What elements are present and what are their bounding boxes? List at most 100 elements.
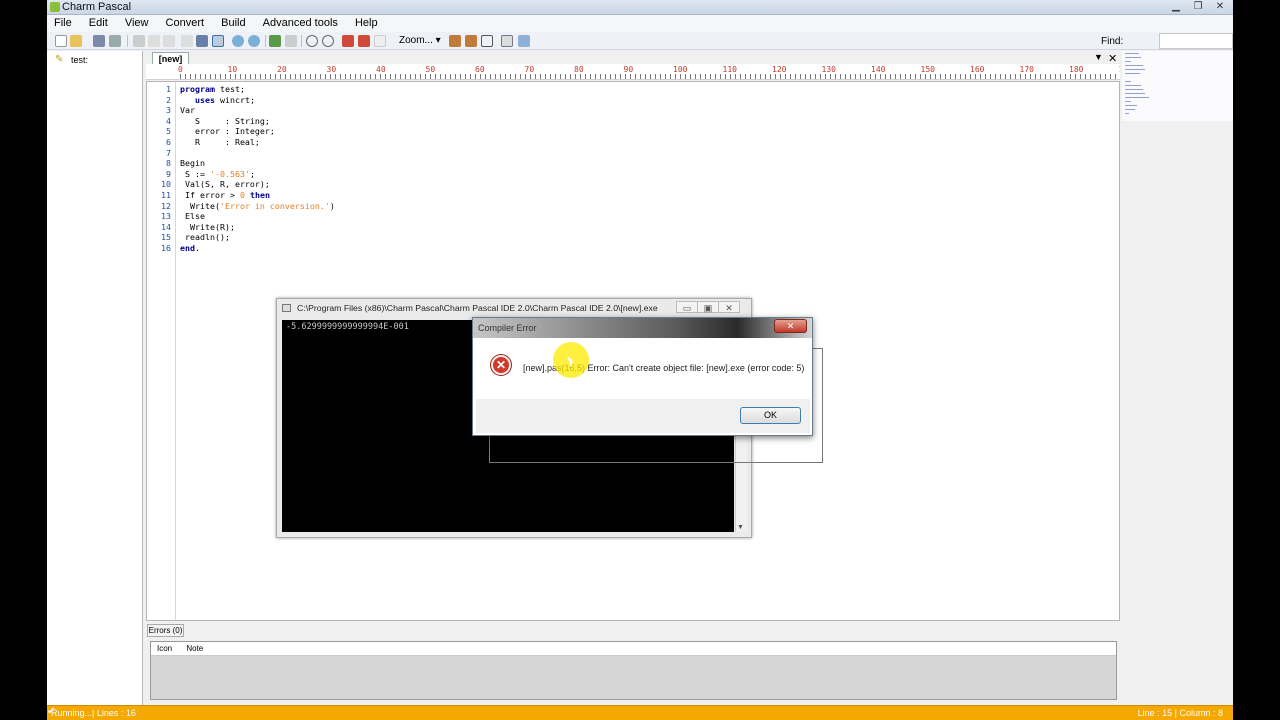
line-number: 9 <box>166 168 171 179</box>
code-token: 'Error in conversion.' <box>219 200 330 211</box>
ruler-number: 40 <box>376 65 386 74</box>
line-number: 4 <box>166 115 171 126</box>
find-label: Find: <box>1101 36 1124 47</box>
console-maximize-button[interactable]: ▣ <box>697 301 719 313</box>
minimap-line <box>1125 57 1141 58</box>
line-number: 5 <box>166 126 171 137</box>
ruler: 0 10 20 30 40 50 60 70 80 90 100 110 120 130 140 150 160… <box>146 64 1120 80</box>
dialog-close-button[interactable]: ✕ <box>774 319 807 333</box>
timer-icon[interactable] <box>322 35 334 47</box>
close-button[interactable]: ✕ <box>1209 0 1231 14</box>
tree-item-test[interactable]: test: <box>71 55 88 65</box>
console-title: C:\Program Files (x86)\Charm Pascal\Char… <box>297 303 658 313</box>
ruler-number: 120 <box>772 65 787 74</box>
code-text: Else <box>180 211 205 222</box>
code-text: If error > 0 then <box>180 190 270 201</box>
ruler-number: 180 <box>1069 65 1084 74</box>
column-icon[interactable]: Icon <box>157 644 172 653</box>
console-minimize-button[interactable]: ▭ <box>676 301 698 313</box>
select-icon[interactable] <box>212 35 224 47</box>
menu-help[interactable]: Help <box>348 15 385 31</box>
screen-edge <box>1233 0 1280 720</box>
code-text: Write(R); <box>180 222 235 233</box>
minimap-line <box>1125 93 1145 94</box>
tab-errors[interactable]: Errors (0) <box>147 624 184 637</box>
title-bar: Charm Pascal ▁ ❐ ✕ <box>47 0 1233 15</box>
minimap-line <box>1125 97 1149 98</box>
save-all-icon[interactable] <box>109 35 121 47</box>
ruler-number: 50 <box>425 65 436 74</box>
sort-desc-icon[interactable] <box>465 35 477 47</box>
menu-file[interactable]: File <box>47 15 79 31</box>
scroll-down-icon[interactable]: ▼ <box>737 524 744 531</box>
pilcrow-icon[interactable] <box>181 35 193 47</box>
ruler-number: 130 <box>821 65 836 74</box>
minimize-button[interactable]: ▁ <box>1165 0 1187 14</box>
menu-build[interactable]: Build <box>214 15 252 31</box>
code-token: Write( <box>180 200 220 211</box>
find-icon[interactable] <box>232 35 244 47</box>
indent-icon[interactable] <box>196 35 208 47</box>
ok-button[interactable]: OK <box>740 407 801 424</box>
code-text: S : String; <box>180 116 270 127</box>
menu-view[interactable]: View <box>118 15 156 31</box>
code-token: Begin <box>180 158 205 169</box>
replace-icon[interactable] <box>248 35 260 47</box>
editor-menu-icon[interactable]: ▼ <box>1094 52 1103 62</box>
code-token: ; <box>249 168 255 179</box>
menu-convert[interactable]: Convert <box>159 15 212 31</box>
zoom-dropdown[interactable]: Zoom... ▾ <box>399 35 441 46</box>
line-number: 7 <box>166 147 171 158</box>
line-number: 16 <box>161 243 171 253</box>
errors-header: Icon Note <box>151 642 1116 656</box>
bookmark-icon[interactable] <box>342 35 354 47</box>
clock-icon[interactable] <box>306 35 318 47</box>
save-icon[interactable] <box>93 35 105 47</box>
ruler-number: 0 <box>178 65 183 74</box>
code-token: then <box>249 190 270 200</box>
minimap-line <box>1125 81 1131 82</box>
document-icon[interactable] <box>501 35 513 47</box>
compiler-error-dialog[interactable]: Compiler Error ✕ ✕ [new].pas(16,5) Error… <box>472 317 813 436</box>
new-file-icon[interactable] <box>55 35 67 47</box>
bookmark-clear-icon[interactable] <box>374 35 386 47</box>
menu-bar: File Edit View Convert Build Advanced to… <box>47 15 1233 32</box>
table-icon[interactable] <box>481 35 493 47</box>
code-text: Write('Error in conversion.') <box>180 201 335 212</box>
menu-edit[interactable]: Edit <box>82 15 115 31</box>
minimap[interactable] <box>1122 51 1233 121</box>
code-token: If error > <box>180 190 240 200</box>
sort-asc-icon[interactable] <box>449 35 461 47</box>
maximize-button[interactable]: ❐ <box>1187 0 1209 14</box>
errors-list[interactable]: Icon Note <box>150 641 1117 700</box>
ruler-number: 140 <box>871 65 886 74</box>
open-folder-icon[interactable] <box>70 35 82 47</box>
ruler-number: 160 <box>970 65 985 74</box>
code-text: error : Integer; <box>180 126 275 137</box>
find-input[interactable] <box>1159 33 1233 49</box>
line-number: 15 <box>161 232 171 243</box>
minimap-line <box>1125 113 1129 114</box>
project-icon: ✎ <box>55 54 64 65</box>
column-note[interactable]: Note <box>186 644 203 653</box>
code-text: readln(); <box>180 232 230 243</box>
code-text: Val(S, R, error); <box>180 179 270 190</box>
code-token: '-0.563' <box>209 168 250 179</box>
paste-icon[interactable] <box>163 35 175 47</box>
code-token: Write(R); <box>180 221 235 232</box>
pen-icon[interactable] <box>518 35 530 47</box>
menu-advanced-tools[interactable]: Advanced tools <box>256 15 345 31</box>
status-bar: Running...| Lines : 16 Line : 15 | Colum… <box>47 705 1233 720</box>
minimap-line <box>1125 101 1131 102</box>
cut-icon[interactable] <box>133 35 145 47</box>
ruler-number: 80 <box>574 65 584 74</box>
redo-icon[interactable] <box>285 35 297 47</box>
undo-icon[interactable] <box>269 35 281 47</box>
code-token: readln(); <box>180 232 230 243</box>
bookmark-next-icon[interactable] <box>358 35 370 47</box>
copy-icon[interactable] <box>148 35 160 47</box>
toolbar: Zoom... ▾ Find: <box>47 32 1233 50</box>
console-output: -5.6299999999999994E-001 <box>286 322 409 332</box>
ruler-number: 60 <box>475 65 485 74</box>
console-close-button[interactable]: ✕ <box>718 301 740 313</box>
